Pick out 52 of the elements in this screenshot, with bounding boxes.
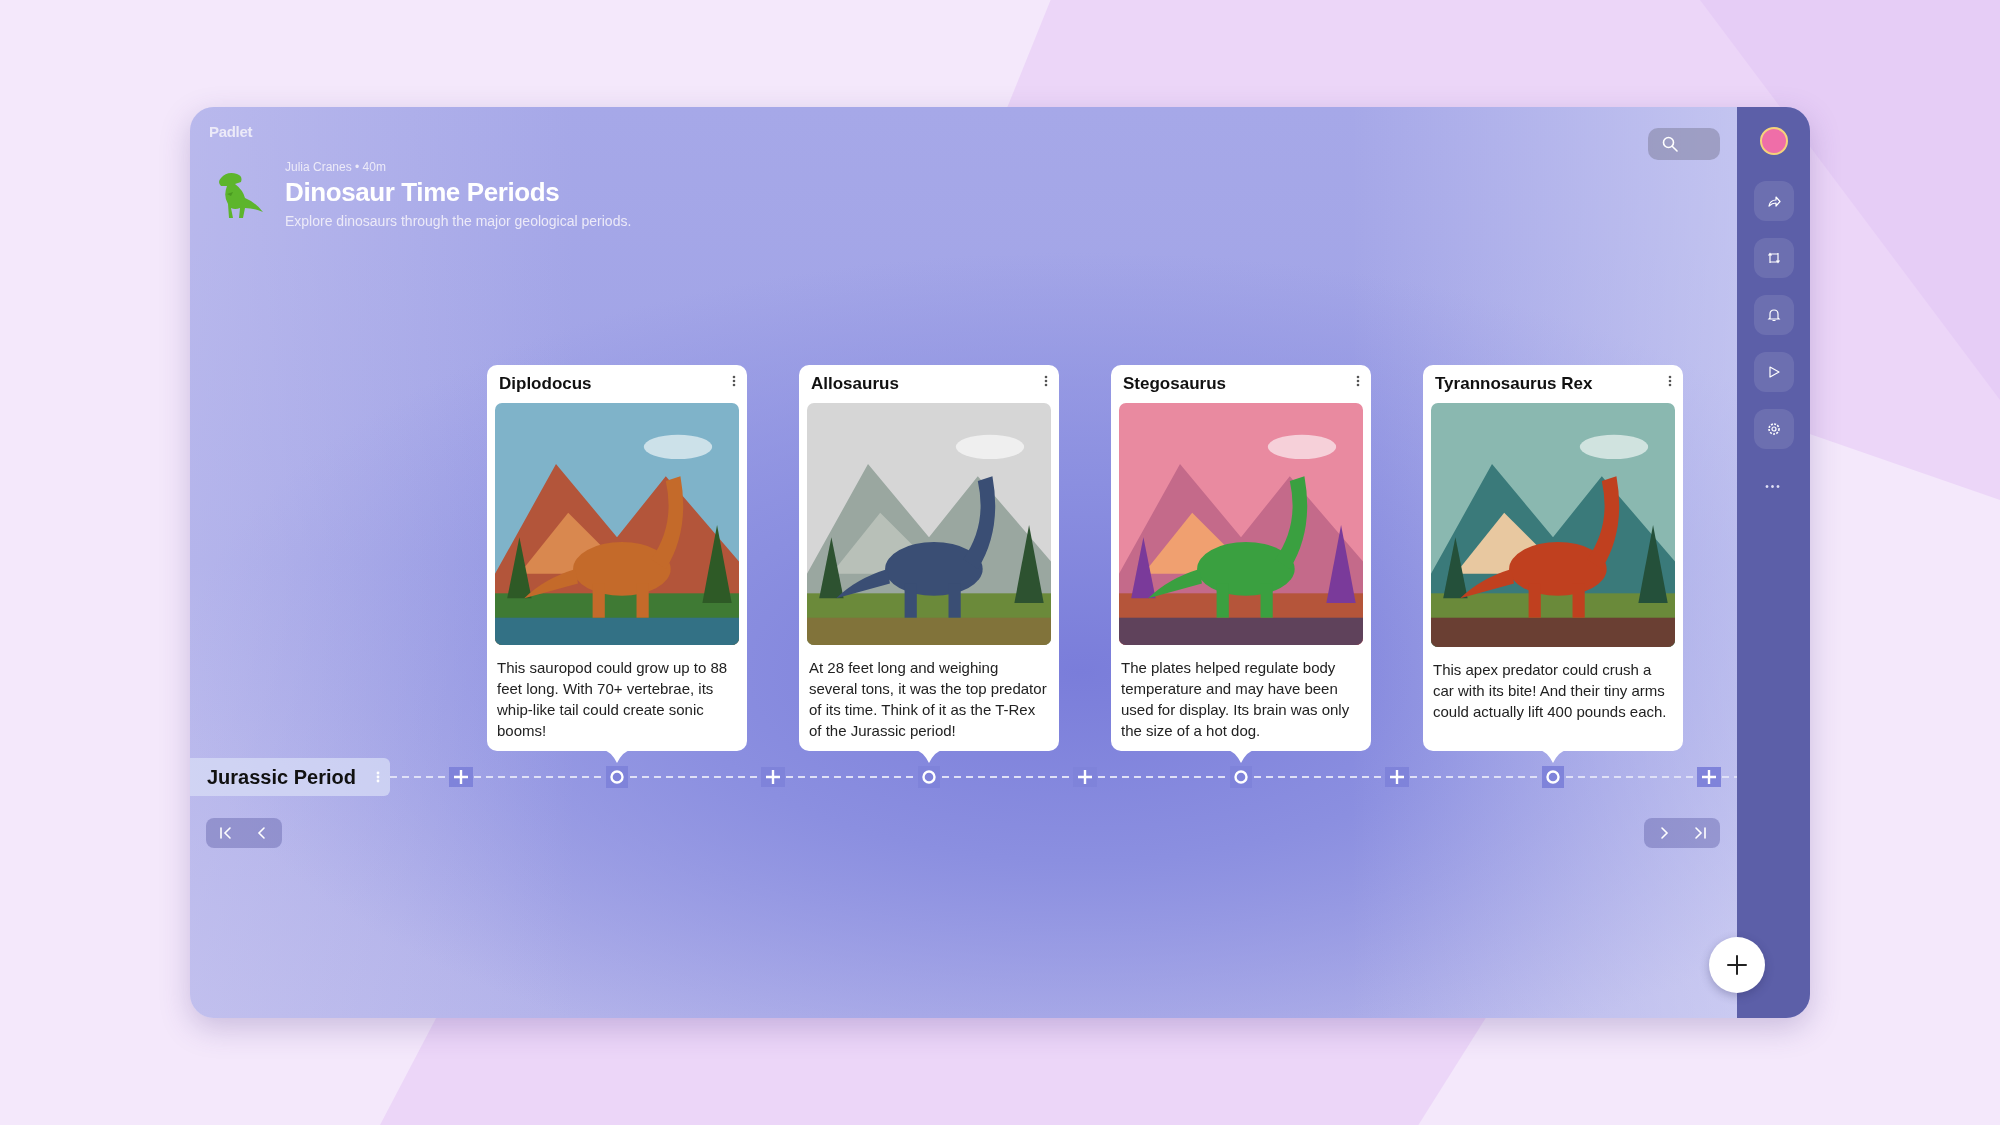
share-button[interactable] xyxy=(1753,181,1794,221)
author-byline: Julia Cranes • 40m xyxy=(285,160,387,174)
skip-start-icon xyxy=(219,826,233,840)
add-post-icon[interactable] xyxy=(449,767,473,787)
add-post-button[interactable] xyxy=(1709,937,1765,993)
post-text: At 28 feet long and weighing several tons, it was the top predator of its time. Think of it as the T-Rex of the Jurassic period! xyxy=(808,658,1048,741)
play-icon xyxy=(1766,365,1781,379)
post-title: Tyrannosaurus Rex xyxy=(1435,374,1593,394)
add-post-icon[interactable] xyxy=(1073,767,1097,787)
more-icon[interactable] xyxy=(732,375,736,387)
post-card[interactable]: Tyrannosaurus Rex This apex predator could crush a car with its bite! And their tiny arms could actually lift 400 pounds each. xyxy=(1423,365,1683,751)
post-title: Allosaurus xyxy=(811,373,899,394)
settings-button[interactable] xyxy=(1753,409,1794,449)
card-pointer xyxy=(915,750,943,763)
more-button[interactable]: ••• xyxy=(1765,481,1782,492)
settings-icon xyxy=(1766,422,1781,436)
add-post-icon[interactable] xyxy=(1385,767,1409,787)
post-title: Stegosaurus xyxy=(1123,373,1226,394)
board-description: Explore dinosaurs through the major geological periods. xyxy=(285,213,632,229)
play-button[interactable] xyxy=(1753,352,1794,392)
section-label[interactable]: Jurassic Period xyxy=(190,758,390,796)
share-arrow-icon xyxy=(1766,194,1781,208)
timeline-node-icon[interactable] xyxy=(1542,766,1564,788)
bell-icon xyxy=(1766,308,1781,322)
timeline-node-icon[interactable] xyxy=(606,766,628,788)
add-post-icon[interactable] xyxy=(761,767,785,787)
post-card[interactable]: Stegosaurus The plates helped regulate body temperature and may have been used for display. Its brain was only the size of a hot dog. xyxy=(1111,365,1371,751)
search-icon xyxy=(1662,136,1678,152)
search-button[interactable] xyxy=(1648,128,1720,160)
plus-icon xyxy=(1726,954,1748,976)
timeline-node-icon[interactable] xyxy=(1230,766,1252,788)
add-post-icon[interactable] xyxy=(1697,767,1721,787)
remake-button[interactable] xyxy=(1753,238,1794,278)
post-text: This apex predator could crush a car with its bite! And their tiny arms could actually lift 400 pounds each. xyxy=(1432,660,1668,722)
card-pointer xyxy=(1539,750,1567,763)
post-text: This sauropod could grow up to 88 feet long. With 70+ vertebrae, its whip-like tail could create sonic booms! xyxy=(496,658,729,741)
more-icon[interactable] xyxy=(1668,375,1672,387)
post-title: Diplodocus xyxy=(499,373,592,394)
more-icon[interactable] xyxy=(1044,375,1048,387)
more-icon[interactable] xyxy=(1356,375,1360,387)
card-pointer xyxy=(603,750,631,763)
avatar[interactable] xyxy=(1759,127,1788,155)
post-text: The plates helped regulate body temperature and may have been used for display. Its brain was only the size of a hot dog. xyxy=(1120,658,1351,741)
timeline-node-icon[interactable] xyxy=(918,766,940,788)
skip-end-icon xyxy=(1693,826,1707,840)
board-title: Dinosaur Time Periods xyxy=(285,177,561,208)
section-title: Jurassic Period xyxy=(207,765,356,789)
card-pointer xyxy=(1227,750,1255,763)
post-card[interactable]: Allosaurus At 28 feet long and weighing several tons, it was the top predator of its time. Think of it as the T-Rex of the Jurassic period! xyxy=(799,365,1059,751)
post-card[interactable]: Diplodocus This sauropod could grow up to 88 feet long. With 70+ vertebrae, its whip-like tail could create sonic booms! xyxy=(487,365,747,751)
loop-arrows-icon xyxy=(1766,251,1781,265)
notifications-button[interactable] xyxy=(1753,295,1794,335)
